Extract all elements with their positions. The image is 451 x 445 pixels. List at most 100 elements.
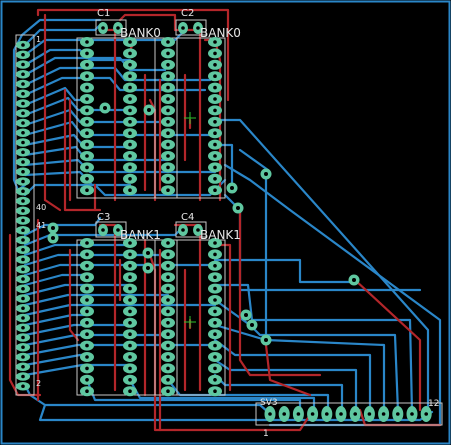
left-header-pad-hole	[21, 43, 25, 47]
ic-bank1-pin-hole	[85, 275, 89, 280]
sv3-pin-hole	[410, 412, 414, 416]
ic-bank1-pin-hole	[85, 355, 89, 359]
ic-bank0-pin-hole	[166, 165, 170, 170]
left-header-pad-hole	[21, 364, 25, 369]
ic-bank0-pin-hole	[166, 154, 170, 158]
ic-bank0-pin-hole	[166, 177, 170, 181]
ic-bank0-pin-hole	[213, 108, 217, 113]
sv3-pin-hole	[339, 412, 343, 416]
ic-bank1-pin-hole	[85, 298, 89, 302]
sv3-pin-hole	[282, 412, 287, 416]
label-c1: C1	[97, 8, 110, 19]
ic-bank1-pin-hole	[85, 264, 89, 268]
ic-bank0-pin-hole	[128, 188, 132, 192]
ic-bank1-pin-hole	[166, 241, 170, 245]
left-header-pad-hole	[21, 267, 25, 272]
ic-bank0-pin-hole	[128, 154, 132, 158]
label-sv3-pin1: 1	[263, 429, 269, 439]
ic-bank0-pin-hole	[213, 74, 217, 78]
left-header-pad-hole	[21, 82, 25, 86]
left-header-pad-hole	[21, 160, 25, 164]
ic-bank0-pin-hole	[213, 154, 217, 158]
left-header-pad-hole	[21, 72, 25, 77]
ic-bank0-pin-hole	[85, 85, 89, 90]
left-header-pad-hole	[21, 189, 25, 194]
ic-bank1-pin-hole	[213, 309, 217, 314]
ic-bank1-pin-hole	[85, 286, 89, 291]
ic-bank0-pin-hole	[166, 131, 170, 135]
ic-bank1-pin-hole	[166, 264, 170, 268]
via-hole	[264, 338, 268, 342]
ic-bank1-pin-hole	[85, 321, 89, 325]
ic-bank0-pin-hole	[213, 142, 217, 147]
via-hole	[146, 266, 150, 270]
ic-bank0-pin-hole	[213, 131, 217, 135]
ic-bank1-pin-hole	[213, 252, 217, 257]
left-header-pad-hole	[21, 111, 25, 116]
ic-bank1-pin-hole	[128, 378, 132, 382]
via-hole	[264, 172, 268, 176]
ic-bank1-pin-hole	[166, 286, 170, 291]
ic-bank0-pin-hole	[128, 131, 132, 135]
ic-bank1-pin-hole	[166, 378, 170, 382]
ic-bank0-pin-hole	[213, 97, 217, 101]
ic-bank0-pin-hole	[85, 177, 89, 181]
ic-bank1-pin-hole	[166, 389, 170, 394]
left-header-pad-hole	[21, 345, 25, 350]
capacitor-pad-hole	[101, 228, 105, 232]
sv3-pin-hole	[310, 412, 315, 416]
label-header-bottom: 2	[36, 379, 41, 388]
sv3-pin-hole	[424, 412, 429, 416]
left-header-pad-hole	[21, 179, 25, 184]
left-header-pad-hole	[21, 218, 25, 223]
ic-bank0-pin-hole	[128, 165, 132, 170]
capacitor-pad-hole	[101, 26, 105, 30]
ic-bank1-pin-hole	[128, 321, 132, 325]
ic-bank1-pin-hole	[213, 389, 217, 394]
label-bank1-right: BANK1	[200, 228, 241, 242]
ic-bank1-pin-hole	[85, 332, 89, 337]
ic-bank1-pin-hole	[85, 343, 89, 348]
label-sv3-pin12: 12	[428, 399, 439, 409]
left-header-pad-hole	[21, 247, 25, 252]
ic-bank1-pin-hole	[166, 343, 170, 348]
sv3-pin-hole	[325, 412, 329, 416]
left-header-pad-hole	[21, 140, 25, 145]
left-header-pad-hole	[21, 384, 25, 389]
ic-bank1-pin-hole	[85, 252, 89, 257]
ic-bank0-pin-hole	[213, 177, 217, 181]
ic-bank0-pin-hole	[213, 85, 217, 90]
ic-bank0-pin-hole	[213, 120, 217, 124]
ic-bank0-pin-hole	[128, 85, 132, 90]
via-hole	[230, 186, 234, 190]
left-header-pad-hole	[21, 199, 25, 203]
ic-bank1-pin-hole	[128, 343, 132, 348]
left-header-pad-hole	[21, 306, 25, 311]
left-header-pad-hole	[21, 257, 25, 262]
ic-bank0-pin-hole	[213, 40, 217, 44]
left-header-pad-hole	[21, 130, 25, 135]
via-hole	[244, 313, 248, 317]
ic-bank0-pin-hole	[85, 108, 89, 113]
ic-bank0-pin-hole	[128, 120, 132, 124]
sv3-pin-hole	[353, 412, 358, 416]
left-header-pad-hole	[21, 52, 25, 57]
label-header-mid2: 41	[36, 221, 46, 230]
pcb-board: C1 C2 BANK0 BANK0 C3 C4 BANK1 BANK1 SV3 …	[0, 0, 451, 445]
ic-bank1-pin-hole	[213, 378, 217, 382]
ic-bank0-pin-hole	[128, 51, 132, 56]
left-header-pad-hole	[21, 355, 25, 359]
ic-bank1-pin-hole	[85, 366, 89, 371]
ic-bank1-pin-hole	[128, 389, 132, 394]
ic-bank1-pin-hole	[166, 309, 170, 314]
ic-bank1-pin-hole	[166, 252, 170, 257]
left-header-pad-hole	[21, 277, 25, 281]
ic-bank0-pin-hole	[85, 154, 89, 158]
ic-bank0-pin-hole	[128, 40, 132, 44]
left-header-pad-hole	[21, 316, 25, 320]
ic-bank1-pin-hole	[166, 355, 170, 359]
label-bank1-left: BANK1	[120, 228, 161, 242]
ic-bank0-pin-hole	[85, 40, 89, 44]
label-c3: C3	[97, 212, 110, 223]
ic-bank1-pin-hole	[128, 286, 132, 291]
